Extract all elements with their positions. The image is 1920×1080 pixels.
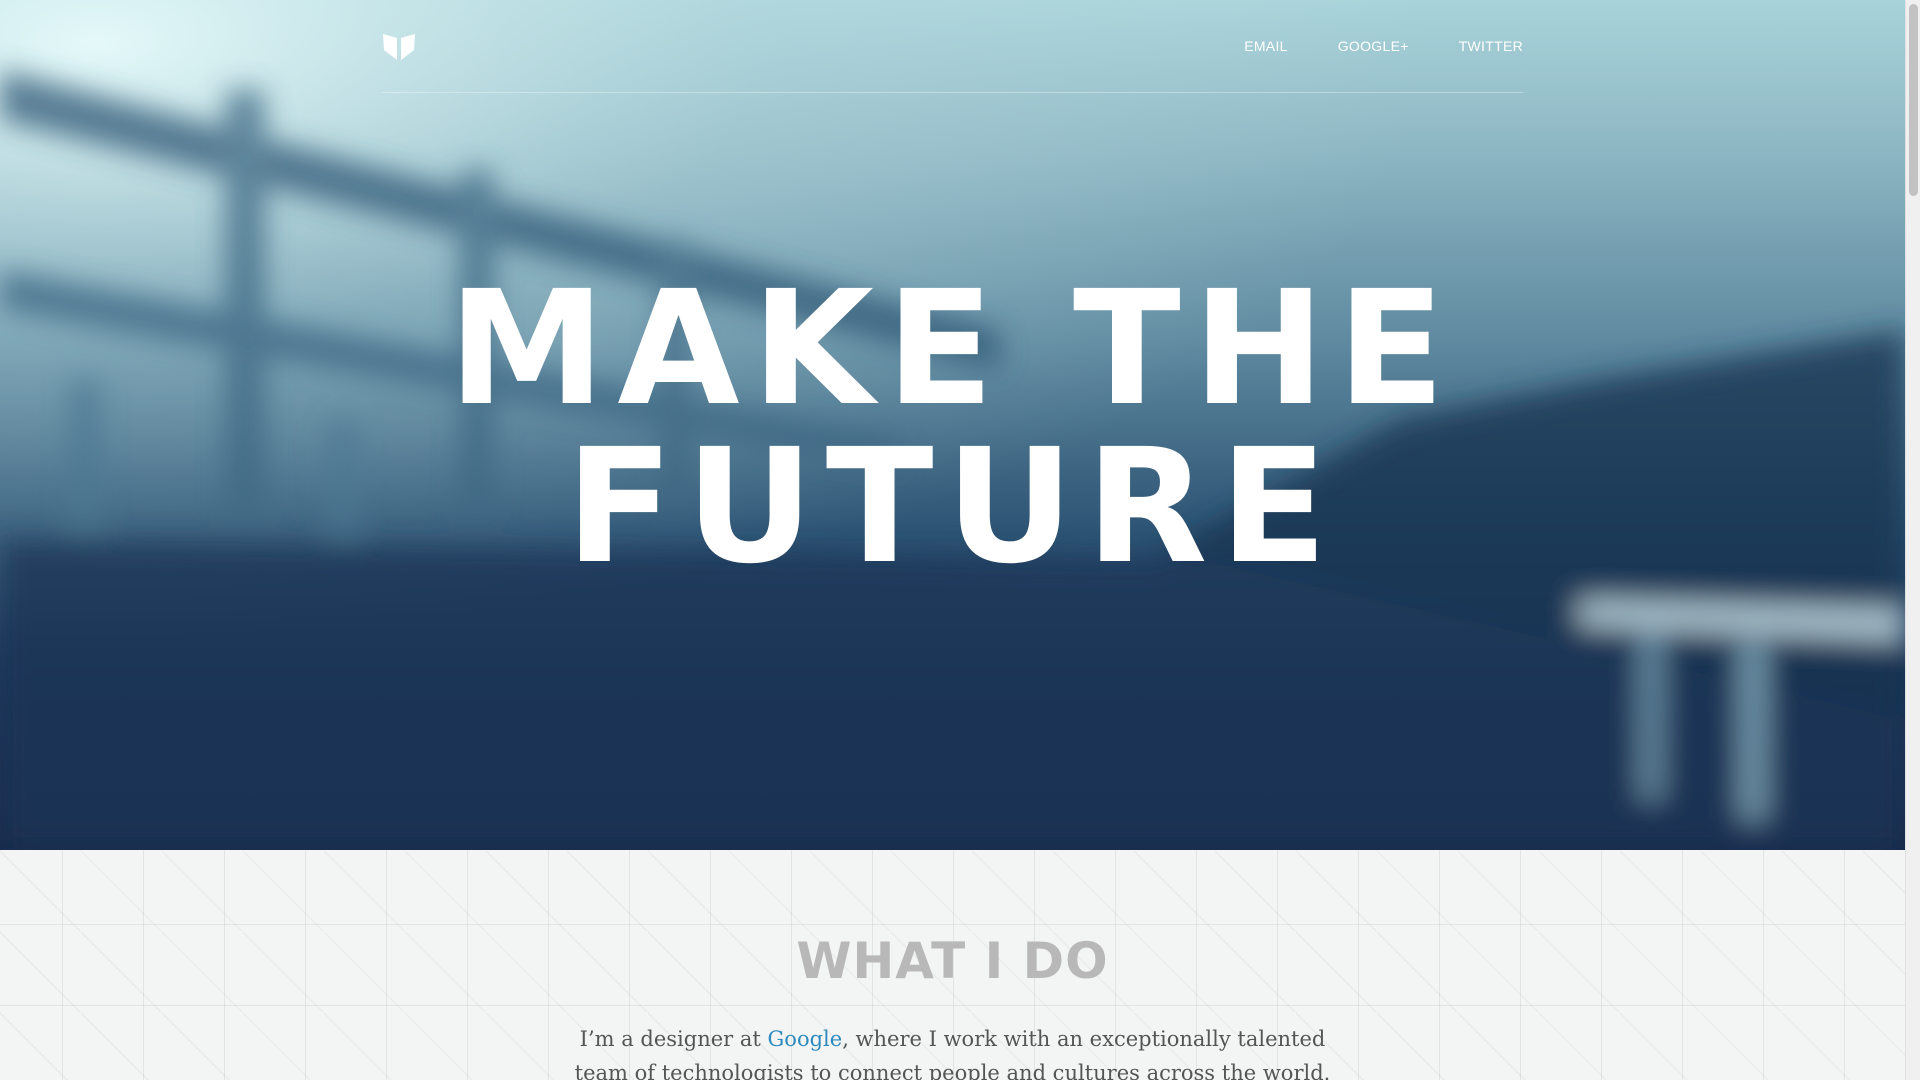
hero-section: EMAIL GOOGLE+ TWITTER MAKE THE FUTURE: [0, 0, 1905, 850]
about-paragraph: I’m a designer at Google, where I work w…: [565, 1022, 1340, 1080]
social-nav: EMAIL GOOGLE+ TWITTER: [1244, 38, 1523, 54]
section-title: WHAT I DO: [796, 932, 1109, 990]
nav-link-twitter[interactable]: TWITTER: [1459, 38, 1523, 54]
hero-headline-line-1: MAKE THE: [448, 257, 1457, 441]
hero-headline: MAKE THE FUTURE: [0, 270, 1905, 586]
page-scrollbar[interactable]: [1905, 0, 1920, 1080]
top-navigation-bar: EMAIL GOOGLE+ TWITTER: [382, 0, 1523, 93]
what-i-do-section: WHAT I DO I’m a designer at Google, wher…: [0, 850, 1905, 1080]
nav-link-email[interactable]: EMAIL: [1244, 38, 1288, 54]
page: EMAIL GOOGLE+ TWITTER MAKE THE FUTURE WH…: [0, 0, 1905, 1080]
nav-link-google-plus[interactable]: GOOGLE+: [1338, 38, 1409, 54]
hero-headline-line-2: FUTURE: [565, 415, 1340, 599]
scrollbar-thumb[interactable]: [1909, 4, 1918, 196]
about-text-intro: I’m a designer at: [579, 1027, 768, 1051]
google-link[interactable]: Google: [768, 1027, 843, 1051]
heart-logo-icon[interactable]: [382, 33, 416, 61]
